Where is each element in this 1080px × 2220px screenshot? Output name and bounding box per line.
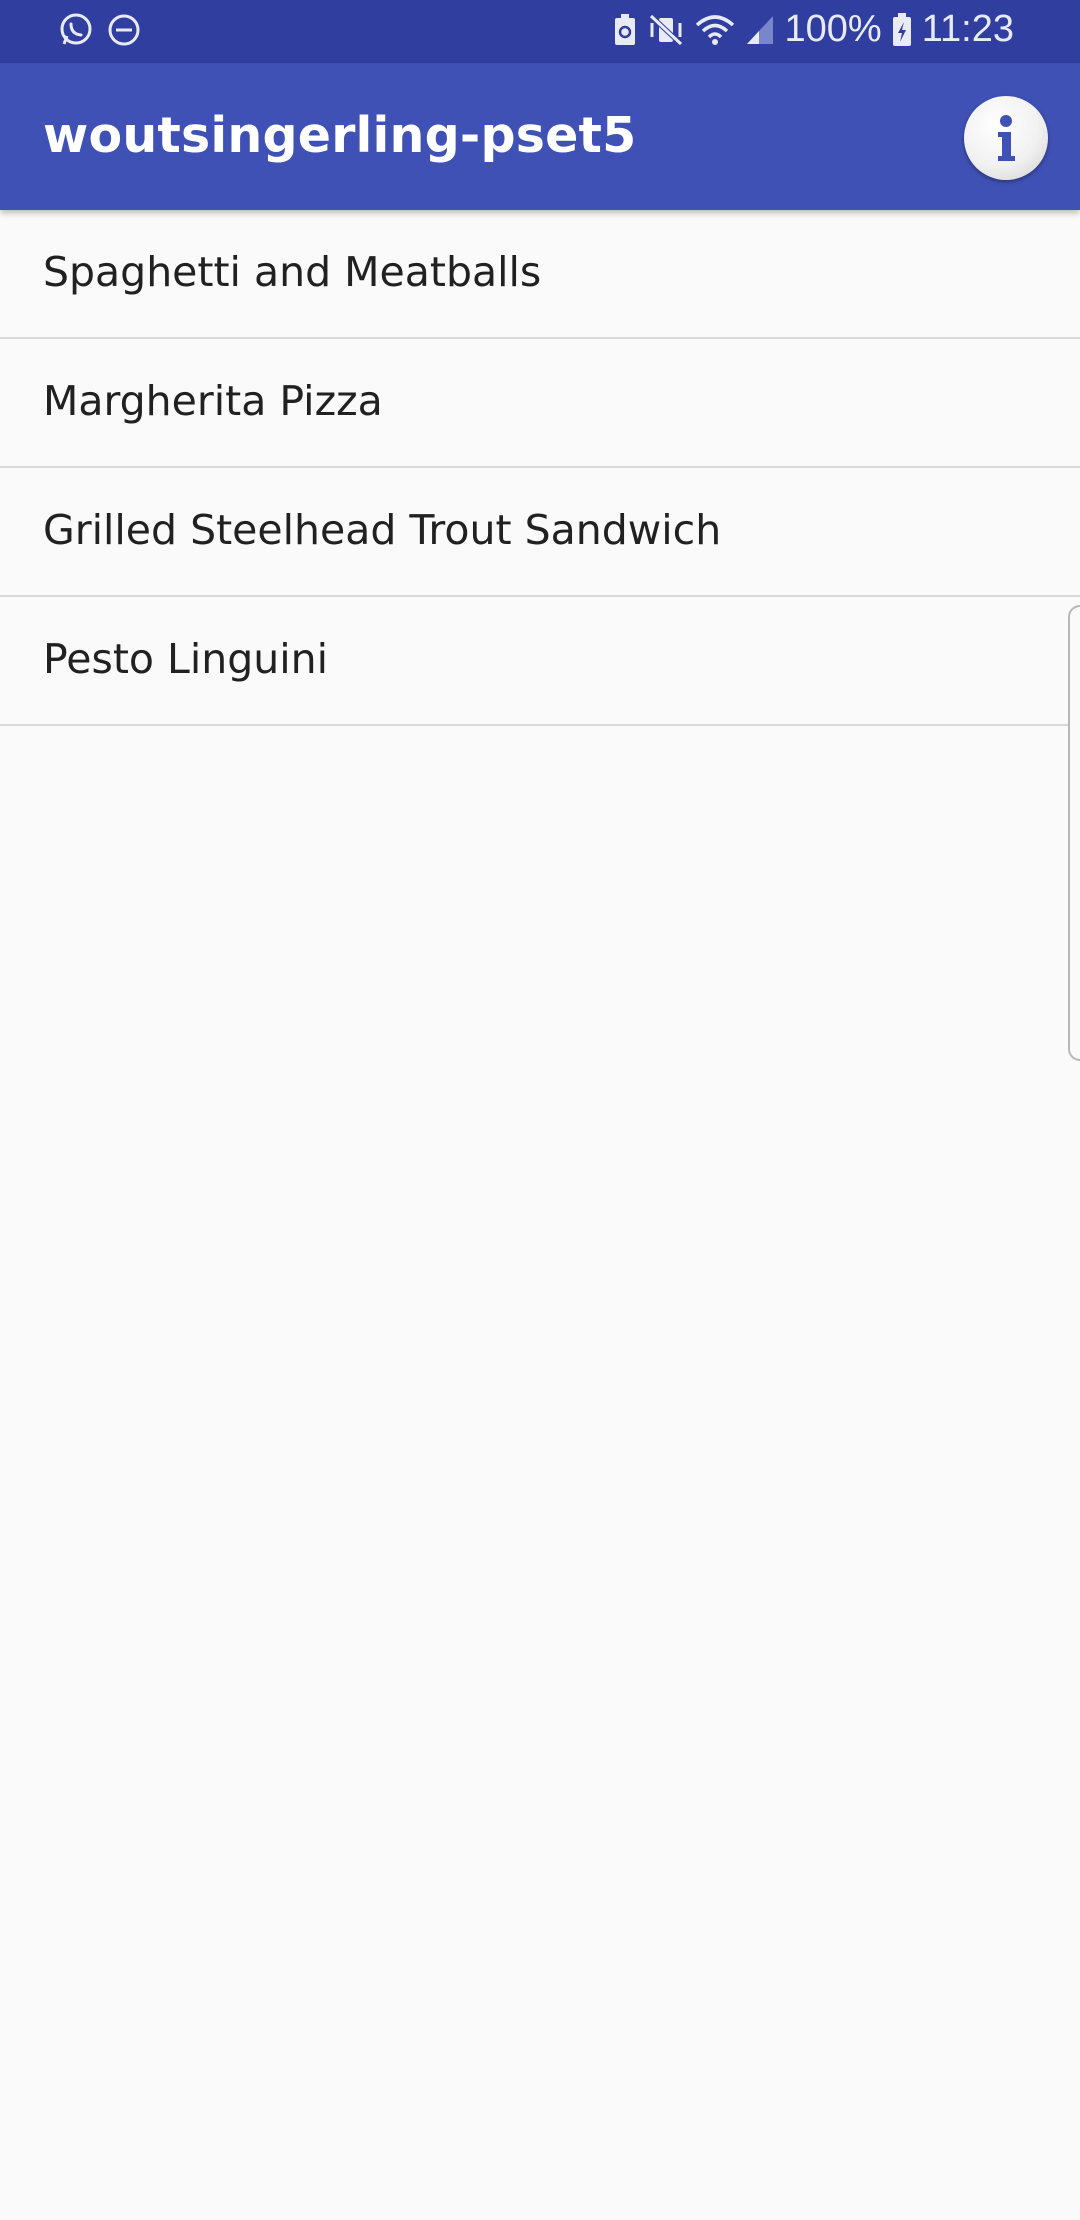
clock: 11:23 <box>921 8 1014 50</box>
do-not-disturb-icon <box>106 12 142 48</box>
list-item-label: Margherita Pizza <box>43 377 383 425</box>
list-item-label: Spaghetti and Meatballs <box>43 248 542 296</box>
list-item-label: Pesto Linguini <box>43 635 329 683</box>
list-item[interactable]: Margherita Pizza <box>0 339 1080 468</box>
battery-saver-icon <box>613 13 637 47</box>
status-notifications <box>58 12 142 48</box>
list-item[interactable]: Spaghetti and Meatballs <box>0 210 1080 339</box>
vibrate-mute-icon <box>647 13 685 47</box>
wifi-icon <box>695 13 735 47</box>
edge-panel-handle[interactable] <box>1068 605 1080 1061</box>
battery-charging-icon <box>892 12 912 47</box>
app-bar: woutsingerling-pset5 <box>0 63 1080 210</box>
status-bar: 100% 11:23 <box>0 0 1080 63</box>
info-icon <box>998 115 1015 161</box>
whatsapp-icon <box>58 12 94 48</box>
dish-list: Spaghetti and Meatballs Margherita Pizza… <box>0 210 1080 726</box>
list-item-label: Grilled Steelhead Trout Sandwich <box>43 506 722 554</box>
list-item[interactable]: Pesto Linguini <box>0 597 1080 726</box>
info-button[interactable] <box>964 96 1048 180</box>
list-item[interactable]: Grilled Steelhead Trout Sandwich <box>0 468 1080 597</box>
status-system: 100% 11:23 <box>613 8 1014 51</box>
app-title: woutsingerling-pset5 <box>43 107 637 164</box>
signal-icon <box>745 13 775 47</box>
battery-percent: 100% <box>784 8 882 50</box>
